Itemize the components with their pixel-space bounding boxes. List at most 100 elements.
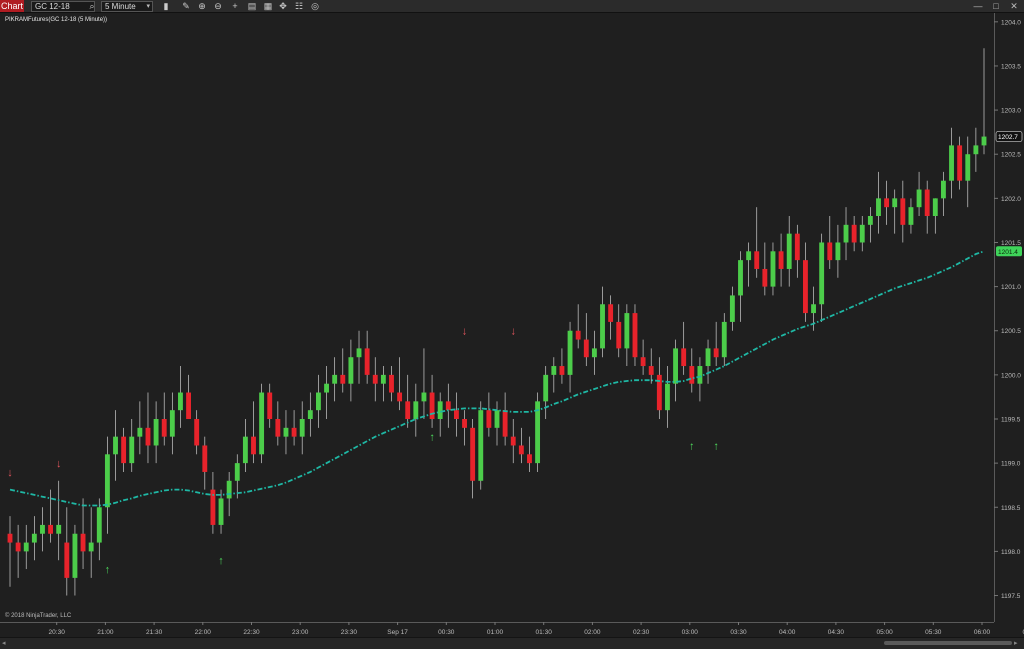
- layout-icon[interactable]: ▦: [262, 0, 274, 12]
- candle-body: [80, 533, 86, 552]
- chart-tab[interactable]: Chart: [0, 0, 24, 12]
- candle-body: [267, 392, 273, 419]
- candle-body: [242, 436, 248, 464]
- candle-body: [932, 198, 938, 216]
- candle-body: [275, 419, 281, 437]
- candle-body: [762, 268, 768, 287]
- candle-body: [673, 348, 679, 384]
- candle-body: [819, 242, 825, 305]
- candle-body: [867, 216, 873, 225]
- candle-body: [973, 145, 979, 155]
- candle-body: [575, 330, 581, 340]
- x-tick-label: 03:00: [682, 629, 699, 636]
- candle-body: [421, 392, 427, 402]
- candle-body: [940, 180, 946, 199]
- candle-body: [259, 392, 265, 455]
- candle-body: [31, 533, 37, 543]
- candle-body: [348, 357, 354, 384]
- x-tick-label: 05:30: [925, 629, 942, 636]
- candle-body: [827, 242, 833, 261]
- x-tick-label: 23:00: [292, 629, 309, 636]
- candle-body: [851, 224, 857, 243]
- x-tick-label: 06:00: [974, 629, 991, 636]
- candle-body: [811, 304, 816, 314]
- candle-body: [527, 454, 532, 464]
- candle-body: [486, 410, 492, 428]
- candle-body: [892, 198, 898, 208]
- candle-body: [315, 392, 321, 411]
- close-icon[interactable]: ✕: [1008, 0, 1020, 12]
- buy-signal-arrow: ↑: [105, 564, 111, 576]
- candle-body: [697, 366, 703, 384]
- scroll-thumb[interactable]: [884, 641, 1012, 645]
- search-icon[interactable]: ⌕: [86, 0, 98, 12]
- tiles-icon[interactable]: ☷: [293, 0, 305, 12]
- candle-body: [518, 445, 524, 455]
- pencil-icon[interactable]: ✎: [180, 0, 192, 12]
- buy-signal-arrow: ↑: [429, 432, 435, 444]
- scroll-right-icon[interactable]: ▸: [1014, 638, 1022, 649]
- candle-body: [916, 189, 922, 208]
- candle-body: [786, 233, 792, 269]
- candle-body: [876, 198, 881, 216]
- y-tick-label: 1199.0: [1001, 461, 1021, 468]
- candle-body: [202, 445, 208, 472]
- x-tick-label: 02:00: [584, 629, 601, 636]
- candle-body: [900, 198, 906, 225]
- crosshair-icon[interactable]: +: [229, 0, 241, 12]
- zoom-in-icon[interactable]: ⊕: [196, 0, 208, 12]
- candle-body: [291, 427, 297, 437]
- minimize-icon[interactable]: —: [972, 0, 984, 12]
- candle-body: [380, 374, 386, 384]
- horizontal-scrollbar[interactable]: ◂ ▸: [0, 637, 1024, 649]
- bar-type-icon[interactable]: ▮: [160, 0, 172, 12]
- x-tick-label: 04:00: [779, 629, 796, 636]
- candle-body: [48, 524, 54, 534]
- maximize-icon[interactable]: □: [990, 0, 1002, 12]
- scroll-left-icon[interactable]: ◂: [2, 638, 10, 649]
- candle-body: [96, 507, 102, 543]
- candle-body: [283, 427, 289, 437]
- y-tick-label: 1202.0: [1001, 196, 1021, 203]
- properties-icon[interactable]: ▤: [246, 0, 258, 12]
- candle-body: [689, 366, 695, 384]
- candle-body: [778, 251, 784, 269]
- candle-body: [234, 463, 240, 481]
- buy-signal-arrow: ↑: [689, 440, 695, 452]
- x-tick-label: 23:30: [341, 629, 358, 636]
- chevron-down-icon: ▾: [146, 3, 150, 10]
- chart-area[interactable]: 1204.0 1203.5 1203.0 1202.5 1202.0 1201.5 1201…: [0, 13, 1024, 637]
- candle-body: [510, 436, 516, 446]
- x-tick-label: 02:30: [633, 629, 650, 636]
- candle-body: [251, 436, 256, 455]
- y-tick-label: 1203.5: [1001, 63, 1021, 70]
- y-tick-label: 1201.5: [1001, 240, 1021, 247]
- candle-body: [40, 524, 45, 534]
- x-tick-label: 01:30: [536, 629, 553, 636]
- candle-body: [705, 348, 711, 367]
- candle-body: [583, 339, 589, 358]
- attach-icon[interactable]: ✥: [277, 0, 289, 12]
- interval-selector[interactable]: 5 Minute ▾: [101, 1, 153, 12]
- candle-body: [23, 542, 29, 552]
- candle-body: [957, 145, 963, 181]
- zoom-out-icon[interactable]: ⊖: [212, 0, 224, 12]
- y-tick-label: 1202.5: [1001, 152, 1021, 159]
- candle-body: [15, 542, 21, 552]
- candle-body: [624, 313, 630, 349]
- candle-body: [445, 401, 451, 411]
- candle-body: [153, 419, 159, 446]
- x-tick-label: 22:30: [243, 629, 260, 636]
- candle-body: [218, 498, 224, 525]
- candle-body: [559, 366, 565, 375]
- candle-body: [949, 145, 954, 181]
- candle-body: [7, 533, 13, 543]
- price-chart[interactable]: 1204.0 1203.5 1203.0 1202.5 1202.0 1201.5 1201…: [0, 13, 1024, 637]
- refresh-icon[interactable]: ◎: [309, 0, 321, 12]
- candle-body: [389, 374, 394, 393]
- sell-signal-arrow: ↓: [56, 458, 62, 470]
- toolbar: Chart GC 12-18 ⌕ 5 Minute ▾ ▮ ✎ ⊕ ⊖ + ▤ …: [0, 0, 1024, 13]
- interval-value: 5 Minute: [105, 2, 136, 11]
- buy-signal-arrow: ↑: [713, 440, 719, 452]
- candle-body: [307, 410, 313, 419]
